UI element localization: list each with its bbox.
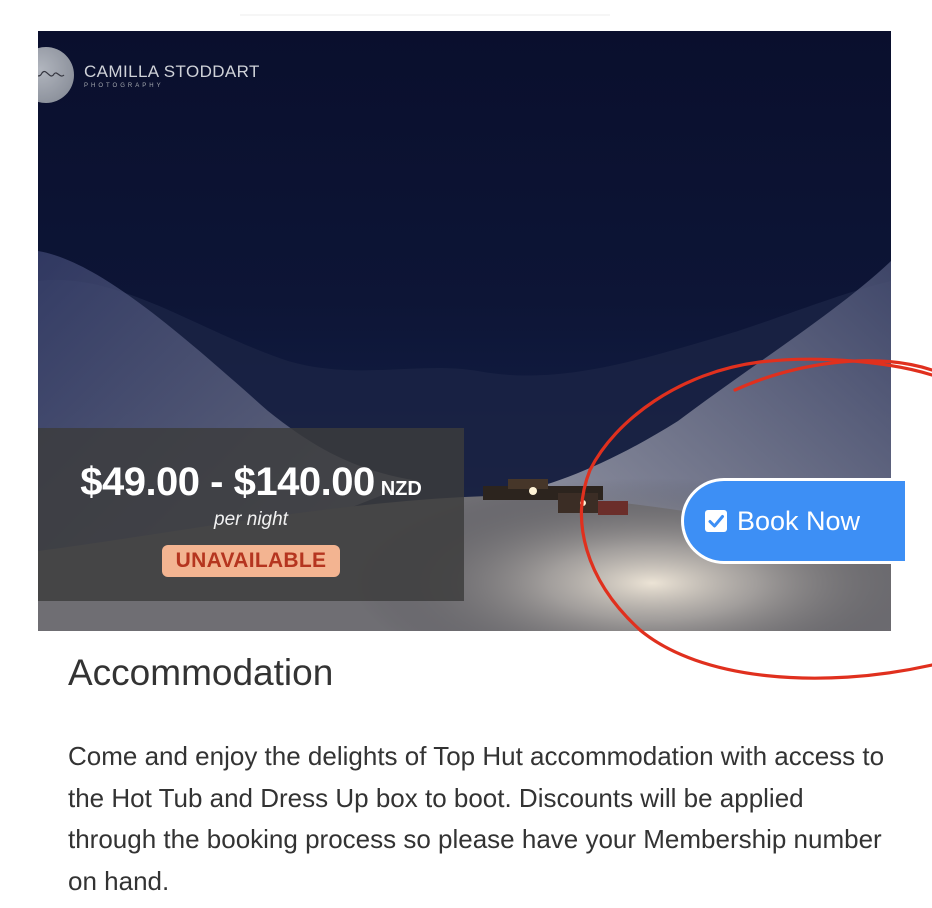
price-range: $49.00 - $140.00 bbox=[80, 460, 375, 504]
price-panel: $49.00 - $140.00 NZD per night UNAVAILABL… bbox=[38, 428, 464, 601]
section-title: Accommodation bbox=[68, 652, 334, 693]
book-now-button[interactable]: Book Now bbox=[681, 478, 905, 564]
currency-label: NZD bbox=[380, 478, 422, 500]
photographer-name: CAMILLA STODDART bbox=[84, 61, 260, 81]
availability-badge: UNAVAILABLE bbox=[161, 545, 341, 577]
section-description: Come and enjoy the delights of Top Hut a… bbox=[68, 741, 885, 896]
photographer-watermark: CAMILLA STODDART PHOTOGRAPHY bbox=[38, 45, 260, 105]
photographer-logo-icon bbox=[38, 47, 74, 103]
book-now-label: Book Now bbox=[737, 505, 861, 536]
price-period: per night bbox=[214, 509, 288, 530]
checkbox-checked-icon bbox=[705, 510, 727, 532]
top-divider bbox=[240, 14, 610, 16]
photographer-subtitle: PHOTOGRAPHY bbox=[84, 82, 164, 89]
